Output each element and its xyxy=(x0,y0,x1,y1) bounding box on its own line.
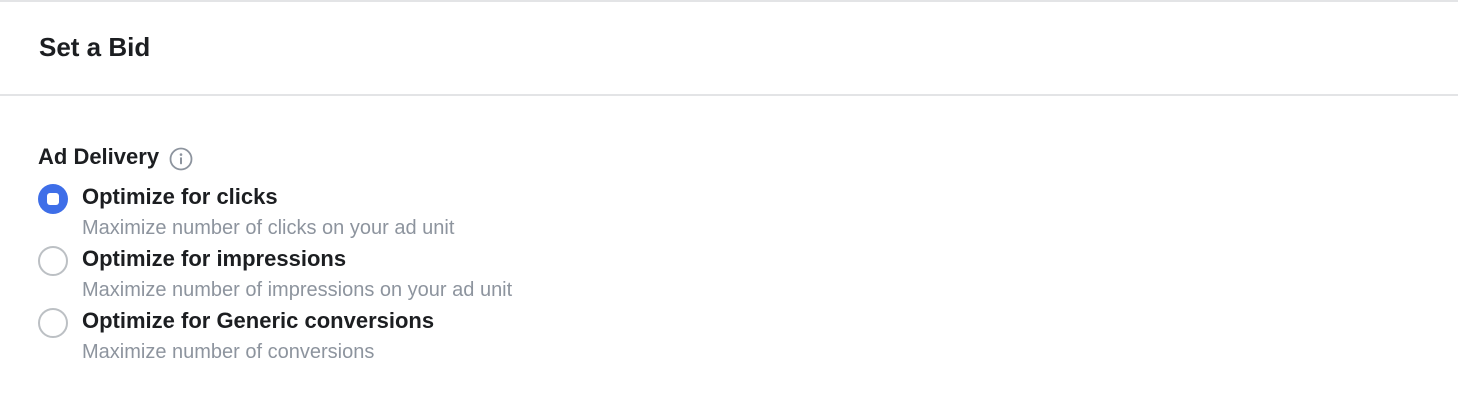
radio-text-clicks: Optimize for clicks Maximize number of c… xyxy=(82,183,454,242)
radio-option-impressions[interactable]: Optimize for impressions Maximize number… xyxy=(38,246,1458,308)
radio-button-impressions[interactable] xyxy=(38,246,68,276)
radio-option-clicks[interactable]: Optimize for clicks Maximize number of c… xyxy=(38,184,1458,246)
info-circle-icon[interactable] xyxy=(169,147,193,171)
radio-title-conversions: Optimize for Generic conversions xyxy=(82,308,435,333)
radio-button-conversions[interactable] xyxy=(38,308,68,338)
radio-title-impressions: Optimize for impressions xyxy=(82,246,347,271)
radio-description-clicks: Maximize number of clicks on your ad uni… xyxy=(82,217,455,239)
panel-header: Set a Bid xyxy=(0,2,1458,96)
radio-button-clicks[interactable] xyxy=(38,184,68,214)
ad-delivery-radio-group: Optimize for clicks Maximize number of c… xyxy=(38,184,1458,370)
radio-option-conversions[interactable]: Optimize for Generic conversions Maximiz… xyxy=(38,308,1458,370)
ad-delivery-label: Ad Delivery xyxy=(38,144,160,169)
panel-title: Set a Bid xyxy=(39,31,151,62)
radio-title-clicks: Optimize for clicks xyxy=(82,184,278,209)
panel-body: Ad Delivery Optimize for clicks Maximize… xyxy=(0,96,1458,370)
set-bid-panel: Set a Bid Ad Delivery Optimize for click… xyxy=(0,0,1458,400)
radio-description-impressions: Maximize number of impressions on your a… xyxy=(82,279,513,301)
ad-delivery-label-row: Ad Delivery xyxy=(38,143,1458,171)
radio-description-conversions: Maximize number of conversions xyxy=(82,341,375,363)
radio-text-impressions: Optimize for impressions Maximize number… xyxy=(82,245,512,304)
radio-text-conversions: Optimize for Generic conversions Maximiz… xyxy=(82,307,434,366)
